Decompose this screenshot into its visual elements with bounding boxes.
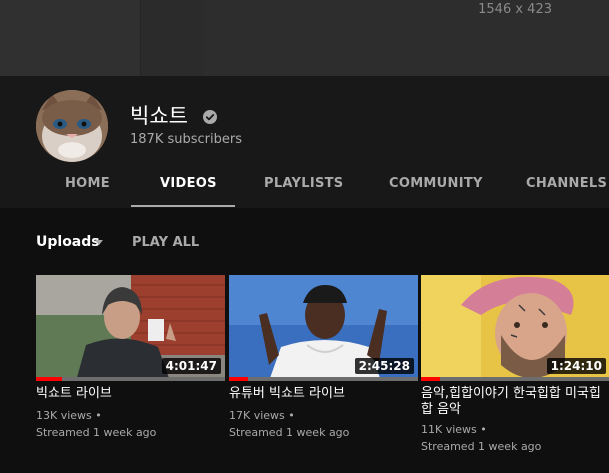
video-thumbnail[interactable]: 1:24:10 xyxy=(421,275,609,381)
channel-name: 빅쇼트 xyxy=(130,104,188,128)
video-views: 17K views • xyxy=(229,409,295,422)
watch-progress-bar xyxy=(36,377,225,381)
channel-tabs: HOME VIDEOS PLAYLISTS COMMUNITY CHANNELS xyxy=(0,172,609,208)
video-title[interactable]: 유튜버 빅쇼트 라이브 xyxy=(229,386,418,402)
tab-community[interactable]: COMMUNITY xyxy=(389,172,483,208)
video-duration: 2:45:28 xyxy=(354,358,414,374)
uploads-dropdown[interactable]: Uploads xyxy=(36,234,100,250)
banner-dimensions-label: 1546 x 423 xyxy=(478,2,552,17)
video-streamed-time: Streamed 1 week ago xyxy=(229,426,350,439)
video-title[interactable]: 음악,힙합이야기 한국힙합 미국힙합 음악 xyxy=(421,386,609,418)
banner-panel-middle xyxy=(140,0,205,76)
video-duration: 1:24:10 xyxy=(546,358,606,374)
video-streamed-time: Streamed 1 week ago xyxy=(421,440,542,453)
watch-progress-bar xyxy=(421,377,609,381)
verified-checkmark-icon xyxy=(203,110,217,124)
channel-avatar[interactable] xyxy=(36,90,108,162)
watch-progress-bar xyxy=(229,377,418,381)
tab-playlists[interactable]: PLAYLISTS xyxy=(264,172,343,208)
active-tab-indicator xyxy=(131,205,235,207)
watch-progress-fill xyxy=(229,377,248,381)
grumpy-cat-avatar-icon xyxy=(36,90,108,162)
watch-progress-fill xyxy=(36,377,63,381)
banner-panel-left xyxy=(0,0,140,76)
caret-down-icon[interactable] xyxy=(95,240,103,245)
channel-banner: 1546 x 423 xyxy=(0,0,609,76)
tab-videos[interactable]: VIDEOS xyxy=(160,172,217,208)
video-views: 11K views • xyxy=(421,423,487,436)
video-streamed-time: Streamed 1 week ago xyxy=(36,426,157,439)
play-all-button[interactable]: PLAY ALL xyxy=(132,235,199,250)
tab-home[interactable]: HOME xyxy=(65,172,110,208)
video-title[interactable]: 빅쇼트 라이브 xyxy=(36,386,225,402)
watch-progress-fill xyxy=(421,377,440,381)
subscriber-count: 187K subscribers xyxy=(130,132,242,147)
video-thumbnail[interactable]: 2:45:28 xyxy=(229,275,418,381)
video-duration: 4:01:47 xyxy=(161,358,221,374)
tab-channels[interactable]: CHANNELS xyxy=(526,172,607,208)
video-thumbnail[interactable]: 4:01:47 xyxy=(36,275,225,381)
video-views: 13K views • xyxy=(36,409,102,422)
channel-header: 빅쇼트 187K subscribers HOME VIDEOS PLAYLIS… xyxy=(0,76,609,208)
